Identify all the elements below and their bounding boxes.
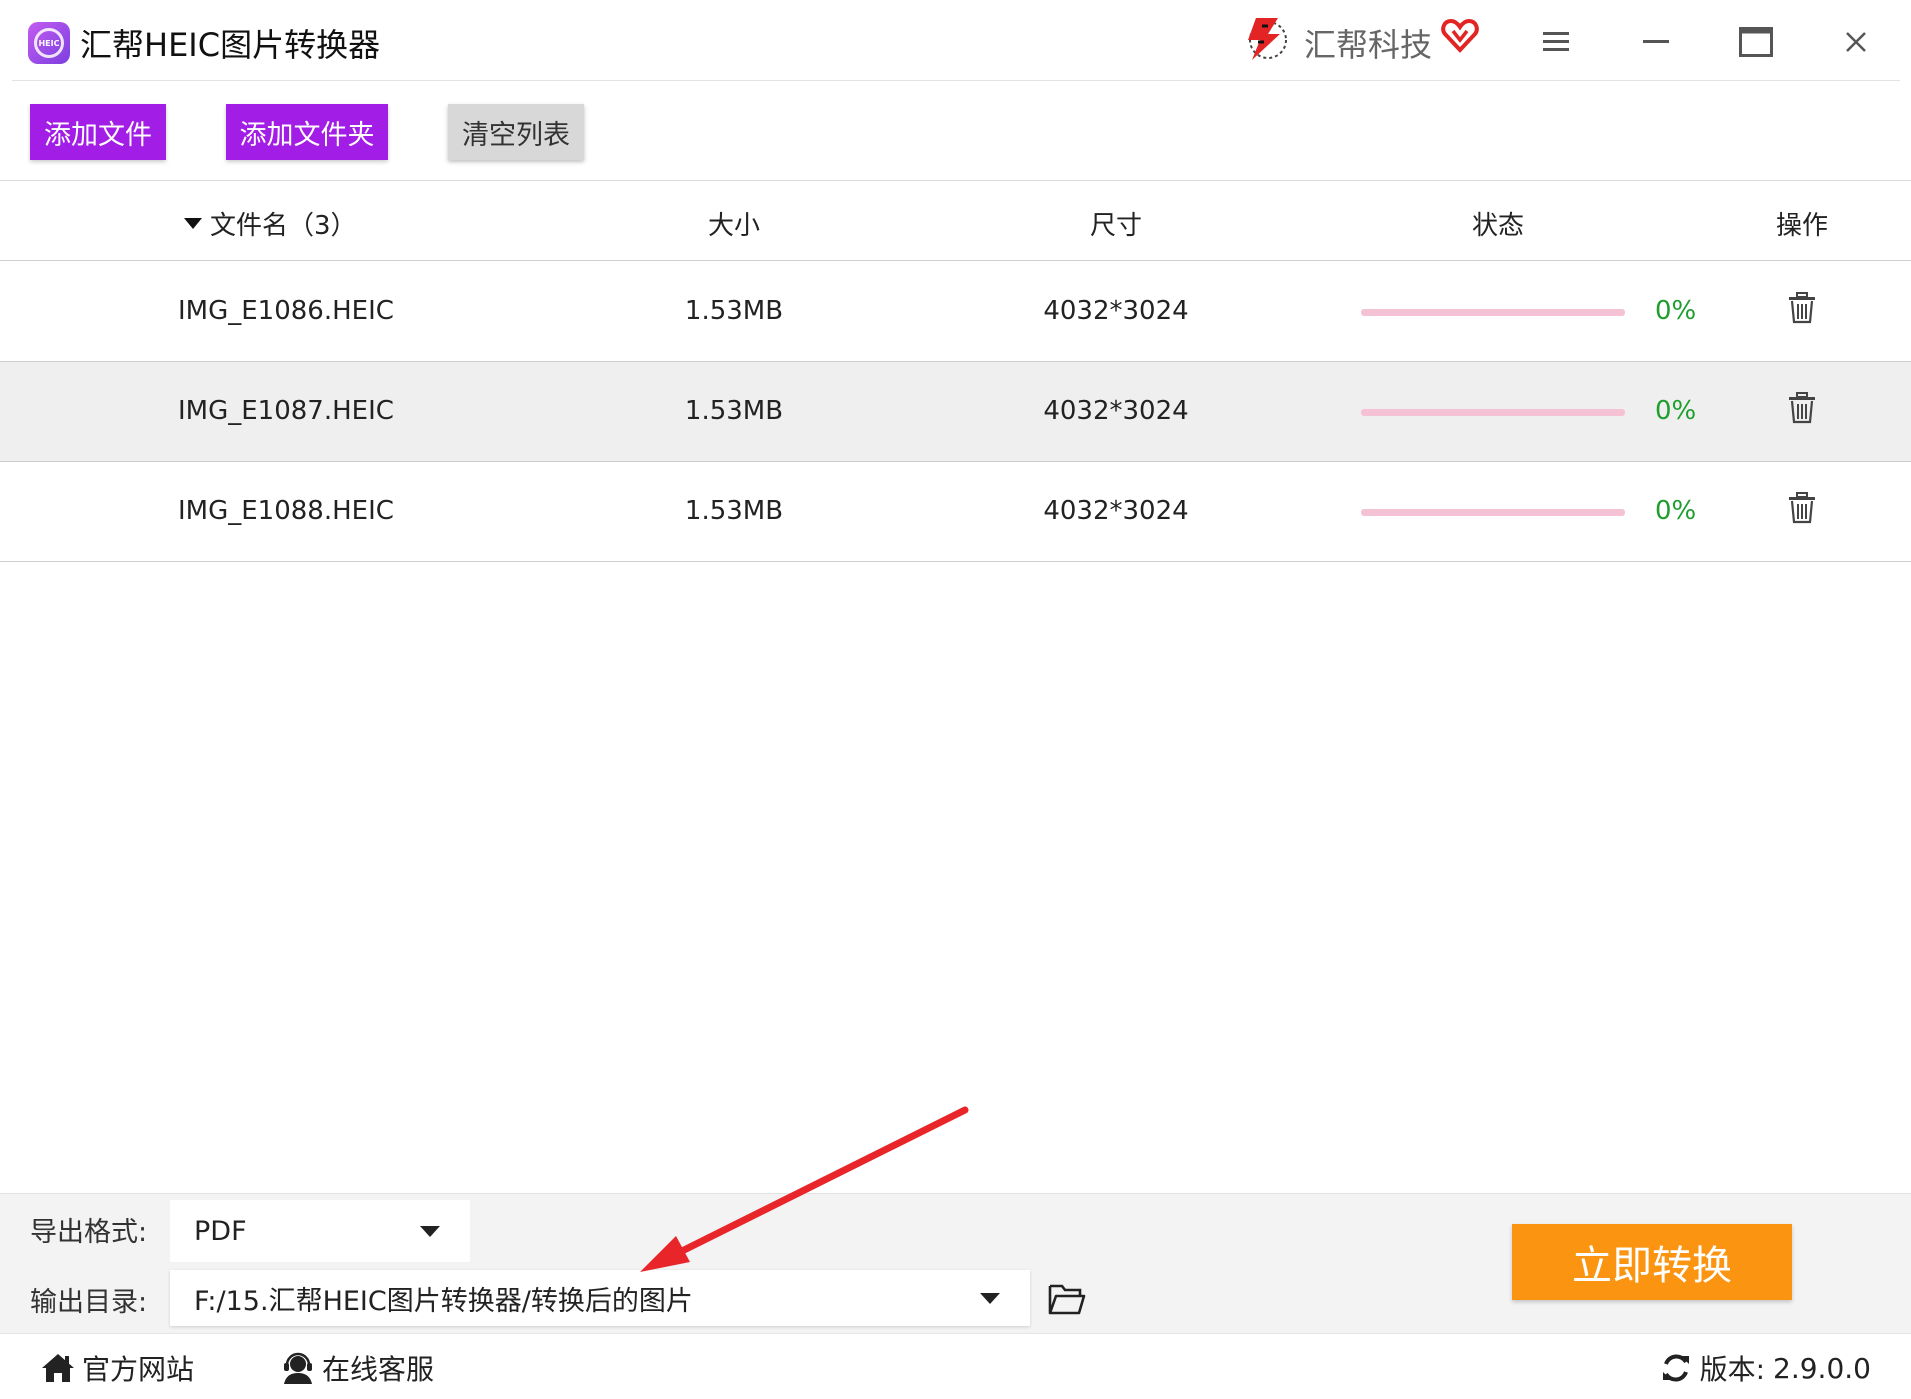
logo-text: HEIC (38, 38, 60, 48)
app-title: 汇帮HEIC图片转换器 (80, 26, 381, 64)
brand-name: 汇帮科技 (1304, 26, 1433, 64)
menu-icon[interactable] (1526, 16, 1586, 68)
table-header: 文件名（3） 大小 尺寸 状态 操作 (0, 181, 1911, 261)
column-header-dimensions: 尺寸 (1089, 211, 1143, 241)
column-header-action: 操作 (1775, 211, 1829, 241)
close-icon[interactable] (1826, 16, 1886, 68)
convert-now-button[interactable]: 立即转换 (1512, 1224, 1792, 1300)
footer: 官方网站 在线客服 版本: 2.9.0.0 (0, 1333, 1911, 1399)
output-dir-label: 输出目录: (30, 1287, 148, 1318)
table-row[interactable]: IMG_E1087.HEIC 1.53MB 4032*3024 0% (0, 362, 1911, 462)
progress-bar (1361, 309, 1625, 316)
export-format-select[interactable]: PDF (170, 1200, 470, 1262)
add-file-button[interactable]: 添加文件 (30, 104, 166, 160)
online-support-label: 在线客服 (322, 1353, 435, 1386)
version-info: 版本: 2.9.0.0 (1660, 1348, 1871, 1388)
home-icon (42, 1354, 74, 1382)
official-website-label: 官方网站 (82, 1353, 195, 1386)
column-header-status: 状态 (1471, 211, 1525, 241)
clear-list-button[interactable]: 清空列表 (448, 104, 584, 160)
file-size: 1.53MB (684, 396, 784, 426)
vip-heart-icon[interactable] (1440, 16, 1480, 56)
file-size: 1.53MB (684, 496, 784, 526)
official-website-link[interactable]: 官方网站 (40, 1348, 194, 1388)
minimize-icon[interactable] (1626, 16, 1686, 68)
title-bar: HEIC 汇帮HEIC图片转换器 汇帮科技 (0, 0, 1911, 82)
title-divider (12, 80, 1900, 81)
heic-logo-icon: HEIC (28, 22, 70, 64)
trash-icon[interactable] (1788, 292, 1816, 324)
export-format-value: PDF (194, 1215, 247, 1247)
maximize-icon[interactable] (1726, 16, 1786, 68)
sort-caret-icon (184, 218, 202, 229)
version-value: 2.9.0.0 (1773, 1351, 1871, 1385)
refresh-icon[interactable] (1660, 1352, 1692, 1384)
folder-open-icon[interactable] (1048, 1282, 1086, 1316)
table-row[interactable]: IMG_E1088.HEIC 1.53MB 4032*3024 0% (0, 462, 1911, 562)
progress-bar (1361, 509, 1625, 516)
progress-bar (1361, 409, 1625, 416)
progress-percent: 0% (1655, 396, 1697, 426)
output-dir-select[interactable]: F:/15.汇帮HEIC图片转换器/转换后的图片 (170, 1270, 1030, 1326)
file-dimensions: 4032*3024 (1043, 496, 1189, 526)
file-name: IMG_E1087.HEIC (178, 396, 394, 426)
customer-service-icon (284, 1352, 312, 1384)
file-size: 1.53MB (684, 296, 784, 326)
file-dimensions: 4032*3024 (1043, 396, 1189, 426)
table-row[interactable]: IMG_E1086.HEIC 1.53MB 4032*3024 0% (0, 262, 1911, 362)
version-label: 版本: (1699, 1353, 1766, 1386)
file-name: IMG_E1086.HEIC (178, 296, 394, 326)
chevron-down-icon (420, 1226, 440, 1237)
export-format-label: 导出格式: (30, 1217, 148, 1248)
column-header-name[interactable]: 文件名（3） (184, 205, 357, 242)
trash-icon[interactable] (1788, 492, 1816, 524)
output-dir-value: F:/15.汇帮HEIC图片转换器/转换后的图片 (194, 1285, 693, 1317)
brand-lightning-icon (1248, 18, 1287, 60)
online-support-link[interactable]: 在线客服 (280, 1348, 434, 1388)
file-name: IMG_E1088.HEIC (178, 496, 394, 526)
chevron-down-icon (980, 1293, 1000, 1304)
column-name-label: 文件名（3） (210, 211, 357, 241)
file-dimensions: 4032*3024 (1043, 296, 1189, 326)
column-header-size: 大小 (707, 211, 761, 241)
trash-icon[interactable] (1788, 392, 1816, 424)
add-folder-button[interactable]: 添加文件夹 (226, 104, 388, 160)
progress-percent: 0% (1655, 496, 1697, 526)
progress-percent: 0% (1655, 296, 1697, 326)
